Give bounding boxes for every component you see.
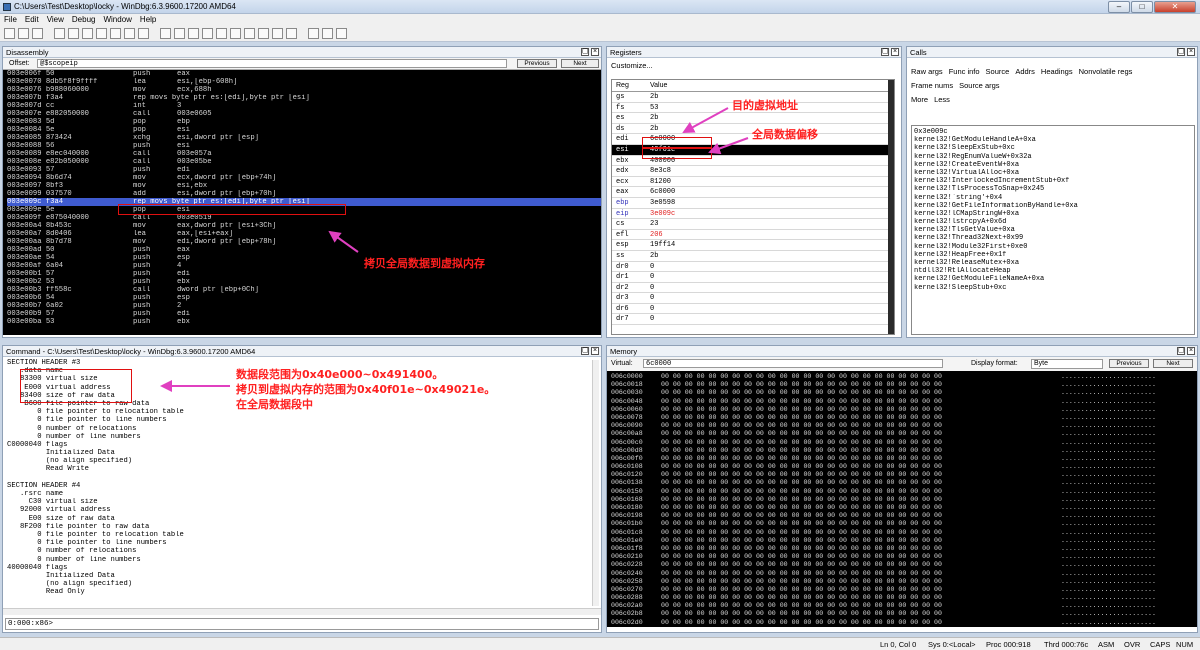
annotation-global-offset: 全局数据偏移 (752, 128, 818, 141)
status-proc: Proc 000:918 (986, 640, 1031, 649)
annotation-range-2: 拷贝到虚拟内存的范围为0x40f01e~0x49021e。 (236, 383, 496, 396)
status-ovr: OVR (1124, 640, 1141, 649)
arrow-off (708, 137, 749, 155)
annotation-copy: 拷贝全局数据到虚拟内存 (364, 257, 485, 270)
status-line-col: Ln 0, Col 0 (880, 640, 917, 649)
annotation-range-3: 在全局数据段中 (236, 398, 313, 411)
status-asm: ASM (1098, 640, 1115, 649)
annotation-range-1: 数据段范围为0x40e000~0x491400。 (236, 368, 444, 381)
status-bar: Ln 0, Col 0 Sys 0:<Local> Proc 000:918 T… (0, 637, 1200, 650)
annotation-arrows (160, 107, 749, 392)
status-thread: Thrd 000:76c (1044, 640, 1089, 649)
annotation-dst-address: 目的虚拟地址 (732, 99, 798, 112)
status-sys: Sys 0:<Local> (928, 640, 976, 649)
arrow-dst (682, 107, 729, 133)
status-num: NUM (1176, 640, 1194, 649)
status-caps: CAPS (1150, 640, 1171, 649)
arrow-copy (328, 230, 359, 253)
